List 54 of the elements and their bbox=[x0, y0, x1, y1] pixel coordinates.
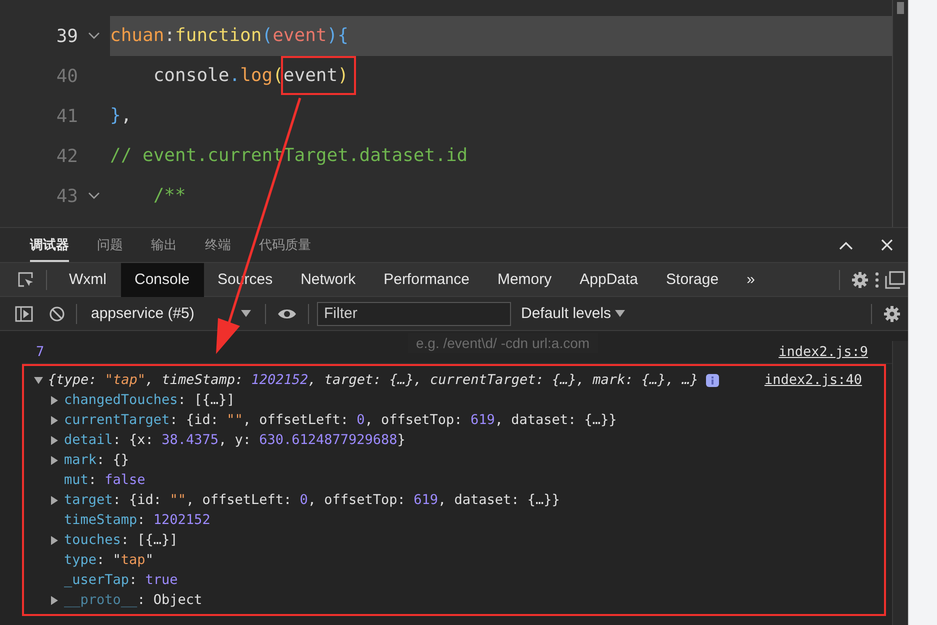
devtools-tab[interactable]: Wxml bbox=[55, 262, 120, 296]
caret-icon bbox=[615, 310, 626, 317]
fold-chevron-icon[interactable] bbox=[88, 192, 100, 200]
more-tabs-button[interactable]: » bbox=[732, 262, 769, 296]
devtools-tab[interactable]: Performance bbox=[370, 262, 484, 296]
expand-triangle-icon[interactable] bbox=[50, 396, 59, 404]
expand-triangle-icon[interactable] bbox=[50, 416, 59, 424]
panel-tab[interactable]: 代码质量 bbox=[259, 228, 311, 262]
devtools-tab[interactable]: AppData bbox=[566, 262, 652, 296]
object-property[interactable]: currentTarget: {id: "", offsetLeft: 0, offsetTop: 619, dataset: {…}} bbox=[64, 412, 617, 428]
line-number: 39 bbox=[55, 26, 78, 46]
object-property[interactable]: changedTouches: [{…}] bbox=[64, 392, 235, 408]
panel-tab[interactable]: 输出 bbox=[151, 228, 177, 262]
info-icon bbox=[706, 374, 720, 386]
expand-triangle-icon[interactable] bbox=[50, 536, 59, 544]
source-link[interactable]: index2.js:9 bbox=[778, 344, 868, 360]
object-property[interactable]: detail: {x: 38.4375, y: 630.6124877929688} bbox=[64, 432, 406, 448]
object-property: timeStamp: 1202152 bbox=[64, 512, 210, 528]
object-property: _userTap: true bbox=[64, 572, 178, 588]
expand-triangle-icon[interactable] bbox=[50, 456, 59, 464]
devtools-tab[interactable]: Storage bbox=[652, 262, 733, 296]
line-number: 41 bbox=[55, 106, 78, 126]
object-property: mut: false bbox=[64, 472, 146, 488]
expand-triangle-icon[interactable] bbox=[50, 596, 59, 604]
panel-tab[interactable]: 问题 bbox=[97, 228, 123, 262]
object-property[interactable]: __proto__: Object bbox=[64, 592, 202, 608]
object-property[interactable]: target: {id: "", offsetLeft: 0, offsetTop: 619, dataset: {…}} bbox=[64, 492, 560, 508]
devtools-tab[interactable]: Network bbox=[286, 262, 370, 296]
code-line: /** bbox=[152, 184, 187, 208]
line-number: 43 bbox=[55, 186, 78, 206]
code-line: console.log(event) bbox=[110, 56, 364, 96]
caret-icon bbox=[241, 310, 251, 317]
scrollbar-track[interactable] bbox=[892, 341, 908, 625]
devtools-tab[interactable]: Console bbox=[120, 262, 204, 296]
console-value: 7 bbox=[36, 344, 44, 360]
context-select[interactable]: appservice (#5) bbox=[85, 305, 257, 322]
devtools-tab[interactable]: Memory bbox=[483, 262, 566, 296]
expand-triangle-icon[interactable] bbox=[50, 436, 59, 444]
filter-field[interactable]: Filter bbox=[317, 302, 511, 326]
object-property[interactable]: touches: [{…}] bbox=[64, 532, 178, 548]
object-property[interactable]: mark: {} bbox=[64, 452, 130, 468]
line-number: 40 bbox=[55, 66, 78, 86]
collapse-triangle-icon[interactable] bbox=[34, 376, 43, 384]
levels-select[interactable]: Default levels bbox=[515, 305, 632, 322]
fold-chevron-icon[interactable] bbox=[88, 32, 100, 40]
panel-tab[interactable]: 终端 bbox=[205, 228, 231, 262]
expand-triangle-icon[interactable] bbox=[50, 496, 59, 504]
object-summary[interactable]: {type: "tap", timeStamp: 1202152, target: {…}, currentTarget: {…}, mark: {…}, …} bbox=[48, 372, 698, 388]
code-line: }, bbox=[110, 104, 133, 128]
scrollbar-thumb[interactable] bbox=[897, 2, 904, 14]
source-link[interactable]: index2.js:40 bbox=[764, 372, 862, 388]
line-number: 42 bbox=[55, 146, 78, 166]
object-property: type: "tap" bbox=[64, 552, 154, 568]
code-line: chuan:function(event){ bbox=[110, 24, 350, 48]
